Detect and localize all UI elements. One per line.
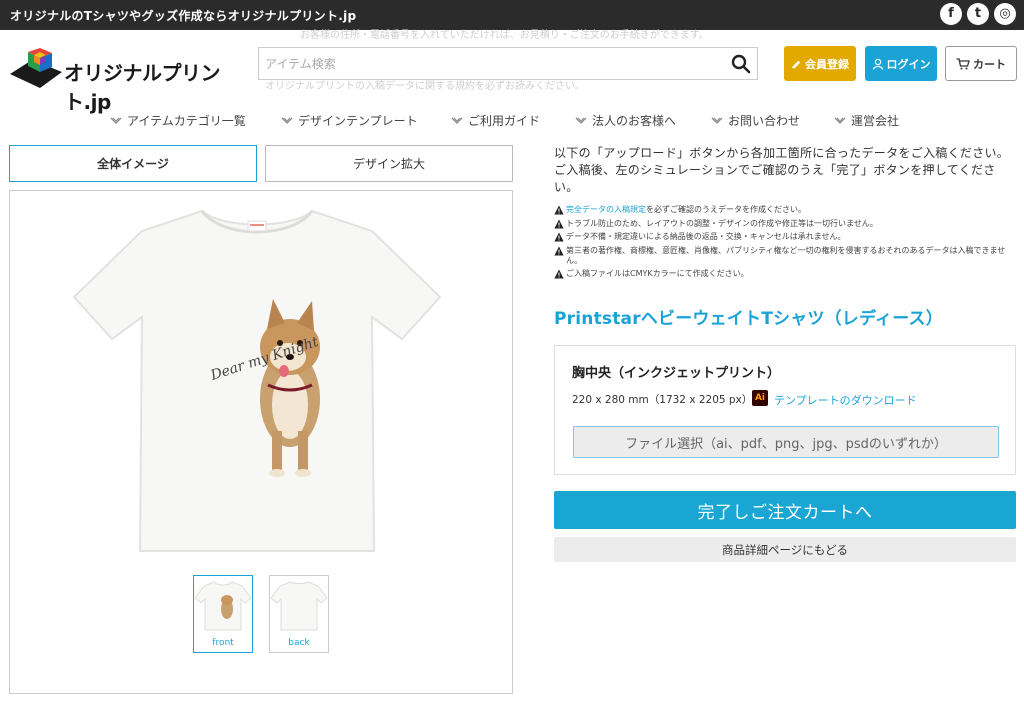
chevron-down-icon bbox=[110, 117, 122, 124]
cart-label: カート bbox=[973, 57, 1006, 71]
list-item: トラブル防止のため、レイアウトの調整・デザインの作成や修正等は一切行いません。 bbox=[554, 219, 1016, 229]
complete-order-button[interactable]: 完了しご注文カートへ bbox=[554, 491, 1016, 529]
thumb-back-label: back bbox=[288, 638, 310, 648]
product-title: PrintstarヘビーウェイトTシャツ（レディース） bbox=[554, 309, 943, 329]
thumb-front[interactable]: front bbox=[193, 575, 253, 653]
chevron-down-icon bbox=[711, 117, 723, 124]
main-nav: アイテムカテゴリ一覧 デザインテンプレート ご利用ガイド 法人のお客様へ お問い… bbox=[0, 110, 1024, 134]
facebook-icon[interactable]: f bbox=[940, 3, 962, 25]
member-register-label: 会員登録 bbox=[805, 57, 849, 71]
warning-icon bbox=[554, 232, 564, 242]
cart-icon bbox=[956, 57, 970, 69]
chevron-down-icon bbox=[575, 117, 587, 124]
list-item: 完全データの入稿規定を必ずご確認のうえデータを作成ください。 bbox=[554, 205, 1016, 215]
nav-item-corporate[interactable]: 法人のお客様へ bbox=[575, 112, 676, 129]
list-item: ご入稿ファイルはCMYKカラーにて作成ください。 bbox=[554, 269, 1016, 279]
nav-item-guide[interactable]: ご利用ガイド bbox=[451, 112, 540, 129]
template-download-link[interactable]: テンプレートのダウンロード bbox=[774, 392, 917, 408]
pencil-icon bbox=[791, 60, 801, 69]
notes-list: 完全データの入稿規定を必ずご確認のうえデータを作成ください。 トラブル防止のため… bbox=[554, 205, 1016, 279]
chevron-down-icon bbox=[281, 117, 293, 124]
login-button[interactable]: ログイン bbox=[865, 46, 937, 81]
warning-icon bbox=[554, 219, 564, 229]
print-area-card: 胸中央（インクジェットプリント） 220 x 280 mm（1732 x 220… bbox=[554, 345, 1016, 475]
file-select-button[interactable]: ファイル選択（ai、pdf、png、jpg、psdのいずれか） bbox=[573, 426, 999, 458]
logo-cube-icon bbox=[10, 48, 62, 88]
shirt-preview-panel: Dear my Knight front back bbox=[9, 190, 513, 694]
thumb-front-label: front bbox=[212, 638, 234, 648]
upload-instructions: 以下の「アップロード」ボタンから各加工箇所に合ったデータをご入稿ください。 ご入… bbox=[554, 145, 1016, 283]
tab-design-zoom[interactable]: デザイン拡大 bbox=[265, 145, 513, 182]
back-to-product-button[interactable]: 商品詳細ページにもどる bbox=[554, 537, 1016, 562]
tab-overall-image[interactable]: 全体イメージ bbox=[9, 145, 257, 182]
login-label: ログイン bbox=[886, 57, 931, 71]
preview-tabs: 全体イメージ デザイン拡大 bbox=[9, 145, 513, 183]
list-item: 第三者の著作権、商標権、意匠権、肖像権、パブリシティ権など一切の権利を侵害するお… bbox=[554, 246, 1016, 266]
chevron-down-icon bbox=[451, 117, 463, 124]
warning-icon bbox=[554, 269, 564, 279]
nav-item-contact[interactable]: お問い合わせ bbox=[711, 112, 800, 129]
chevron-down-icon bbox=[834, 117, 846, 124]
cart-button[interactable]: カート bbox=[945, 46, 1017, 81]
intro-text: 以下の「アップロード」ボタンから各加工箇所に合ったデータをご入稿ください。 ご入… bbox=[554, 146, 1010, 194]
site-logo[interactable]: オリジナルプリント.jp bbox=[10, 48, 240, 114]
data-rules-link[interactable]: 完全データの入稿規定 bbox=[566, 205, 646, 214]
instagram-icon[interactable]: ◎ bbox=[994, 3, 1016, 25]
tshirt-back-thumb-icon bbox=[270, 581, 328, 631]
warning-icon bbox=[554, 205, 564, 215]
nav-item-company[interactable]: 運営会社 bbox=[834, 112, 899, 129]
site-tagline: オリジナルのTシャツやグッズ作成ならオリジナルプリント.jp bbox=[10, 9, 357, 23]
member-register-button[interactable]: 会員登録 bbox=[784, 46, 856, 81]
faded-notice-1: お客様の住所・電話番号を入れていただければ、お見積り・ご注文のお手続きができます… bbox=[300, 30, 709, 41]
list-item: データ不備・規定違いによる納品後の返品・交換・キャンセルは承れません。 bbox=[554, 232, 1016, 242]
user-icon bbox=[872, 58, 883, 70]
nav-item-categories[interactable]: アイテムカテゴリ一覧 bbox=[110, 112, 246, 129]
illustrator-file-icon: Ai bbox=[752, 390, 768, 406]
nav-item-templates[interactable]: デザインテンプレート bbox=[281, 112, 418, 129]
search-input[interactable] bbox=[265, 48, 725, 79]
tshirt-front-image: Dear my Knight bbox=[72, 209, 442, 552]
print-area-title: 胸中央（インクジェットプリント） bbox=[572, 366, 781, 381]
logo-text: オリジナルプリント.jp bbox=[64, 61, 221, 114]
warning-icon bbox=[554, 246, 564, 256]
search-box bbox=[258, 47, 758, 80]
site-header: お客様の住所・電話番号を入れていただければ、お見積り・ご注文のお手続きができます… bbox=[0, 30, 1024, 142]
tshirt-front-thumb-icon bbox=[194, 581, 252, 631]
twitter-icon[interactable]: t bbox=[967, 3, 989, 25]
thumb-back[interactable]: back bbox=[269, 575, 329, 653]
search-icon[interactable] bbox=[731, 54, 751, 74]
print-area-dimensions: 220 x 280 mm（1732 x 2205 px） bbox=[572, 394, 753, 406]
